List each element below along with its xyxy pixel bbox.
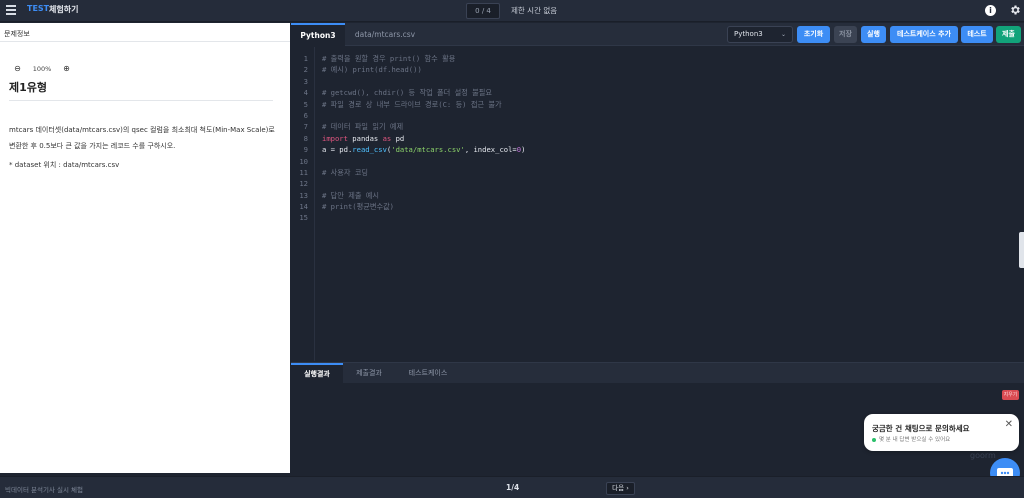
editor-tabs: Python3 data/mtcars.csv Python3 ⌄ 초기화 저장…: [291, 23, 1024, 46]
top-bar: TEST 체험하기 0 / 4 제한 시간 없음 i: [0, 0, 1024, 22]
problem-panel: 문제정보 ⊖ 100% ⊕ 제1유형 mtcars 데이터셋(data/mtca…: [0, 23, 290, 473]
side-panel-handle[interactable]: [1019, 232, 1024, 268]
submit-button[interactable]: 제출: [996, 26, 1021, 43]
line-number: 9: [303, 145, 308, 155]
add-testcase-button[interactable]: 테스트케이스 추가: [890, 26, 958, 43]
code-line: # 출력을 원할 경우 print() 함수 활용: [322, 54, 456, 63]
line-number: 6: [303, 110, 308, 120]
chevron-down-icon: ⌄: [780, 31, 786, 38]
reset-button[interactable]: 초기화: [797, 26, 830, 43]
line-number: 5: [303, 99, 308, 109]
line-number: 10: [299, 156, 308, 166]
line-number: 14: [299, 202, 308, 212]
tab-testcase[interactable]: 테스트케이스: [395, 363, 461, 383]
code-line: # 예시) print(df.head()): [322, 65, 422, 75]
zoom-out-icon[interactable]: ⊖: [12, 63, 23, 74]
gear-icon[interactable]: [1009, 4, 1021, 16]
code-line: # 데이터 파일 읽기 예제: [322, 122, 404, 132]
chat-title: 궁금한 건 채팅으로 문의하세요: [872, 424, 970, 433]
tab-submit-result[interactable]: 제출결과: [343, 363, 395, 383]
question-title: 제1유형: [9, 81, 48, 94]
dataset-location: * dataset 위치 : data/mtcars.csv: [9, 161, 120, 169]
string-token: 'data/mtcars.csv': [391, 145, 465, 155]
info-icon[interactable]: i: [985, 5, 996, 16]
language-select[interactable]: Python3 ⌄: [727, 26, 793, 43]
zoom-control: ⊖ 100% ⊕: [12, 63, 72, 74]
time-limit-label: 제한 시간 없음: [511, 6, 558, 15]
chat-subtitle: 몇 분 내 답변 받으실 수 있어요: [872, 435, 950, 443]
close-icon[interactable]: ✕: [1005, 419, 1013, 430]
output-tabs: 실행결과 제출결과 테스트케이스: [291, 363, 1024, 383]
code-token: pd: [391, 133, 405, 143]
line-number: 2: [303, 65, 308, 75]
line-number: 3: [303, 76, 308, 86]
save-button[interactable]: 저장: [834, 26, 857, 43]
problem-info-header: 문제정보: [0, 23, 290, 42]
code-line: # 사용자 코딩: [322, 167, 369, 177]
brand-label: TEST: [27, 4, 50, 13]
page-title: 체험하기: [49, 5, 79, 14]
line-gutter: 1 2 3 4 5 6 7 8 9 10 11 12 13 14 15: [291, 47, 315, 361]
code-line: a = pd.read_csv('data/mtcars.csv', index…: [322, 144, 525, 155]
code-token: , index_col=: [464, 145, 517, 155]
language-value: Python3: [734, 30, 763, 38]
test-button[interactable]: 테스트: [961, 26, 993, 43]
code-editor[interactable]: 1 2 3 4 5 6 7 8 9 10 11 12 13 14 15 # 출력…: [291, 47, 1024, 361]
line-number: 13: [299, 190, 308, 200]
footer-bar: 빅데이터 분석기사 실시 체험 1/4 다음 ›: [0, 476, 1024, 498]
zoom-level: 100%: [32, 64, 52, 73]
question-body: mtcars 데이터셋(data/mtcars.csv)의 qsec 컬럼을 최…: [9, 122, 279, 176]
question-counter[interactable]: 0 / 4: [466, 3, 500, 19]
code-line: # getcwd(), chdir() 등 작업 폴더 설정 불필요: [322, 88, 492, 98]
code-token: pandas: [347, 133, 383, 143]
divider: [9, 100, 273, 101]
run-button[interactable]: 실행: [861, 26, 886, 43]
page-indicator: 1/4: [506, 483, 520, 492]
menu-icon[interactable]: [6, 5, 16, 16]
chat-popup[interactable]: 궁금한 건 채팅으로 문의하세요 몇 분 내 답변 받으실 수 있어요 ✕: [864, 414, 1019, 451]
line-number: 1: [303, 54, 308, 63]
next-button[interactable]: 다음 ›: [606, 482, 635, 495]
code-lines: # 출력을 원할 경우 print() 함수 활용 # 예시) print(df…: [322, 47, 525, 224]
question-paragraph: mtcars 데이터셋(data/mtcars.csv)의 qsec 컬럼을 최…: [9, 126, 275, 150]
line-number: 4: [303, 88, 308, 98]
line-number: 15: [299, 213, 308, 223]
tab-python3[interactable]: Python3: [291, 23, 345, 46]
code-line: # print(평균변수값): [322, 202, 395, 212]
code-token: a = pd.: [322, 145, 353, 155]
exam-name: 빅데이터 분석기사 실시 체험: [5, 486, 83, 494]
line-number: 7: [303, 122, 308, 132]
tab-mtcars-csv[interactable]: data/mtcars.csv: [345, 23, 425, 46]
code-line: import pandas as pd: [322, 133, 525, 144]
line-number: 8: [303, 133, 308, 143]
tab-run-result[interactable]: 실행결과: [291, 363, 343, 383]
code-line: # 답안 제출 예시: [322, 190, 379, 200]
zoom-in-icon[interactable]: ⊕: [61, 63, 72, 74]
function-token: read_csv: [352, 145, 387, 155]
chat-subtitle-text: 몇 분 내 답변 받으실 수 있어요: [879, 437, 951, 443]
code-line: # 파일 경로 상 내부 드라이브 경로(C: 등) 접근 불가: [322, 99, 502, 109]
editor-panel: Python3 data/mtcars.csv Python3 ⌄ 초기화 저장…: [291, 23, 1024, 473]
code-token: ): [521, 145, 526, 155]
line-number: 12: [299, 179, 308, 189]
clear-output-button[interactable]: 지우기: [1002, 390, 1019, 400]
keyword-token: import: [322, 133, 348, 143]
line-number: 11: [299, 167, 308, 177]
online-dot-icon: [872, 437, 876, 442]
keyword-token: as: [382, 133, 392, 143]
